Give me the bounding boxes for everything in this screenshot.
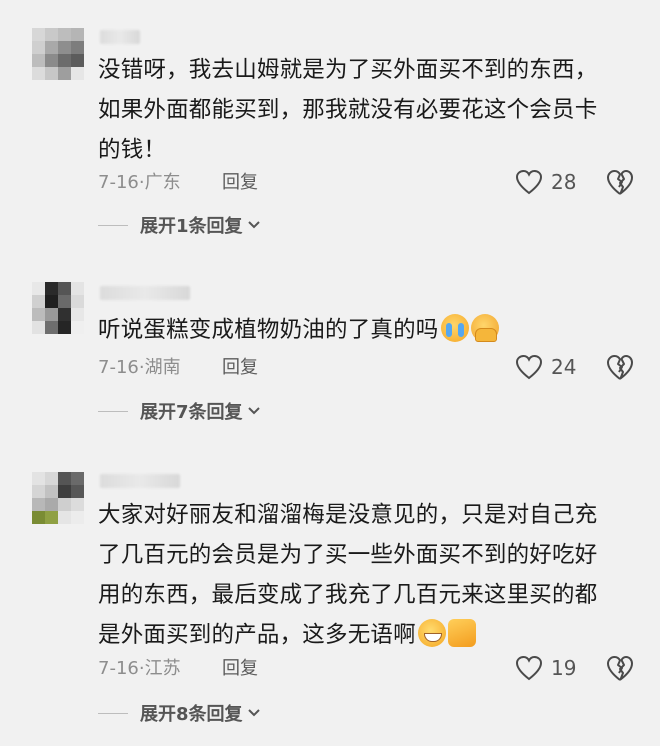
comment-location: 江苏 (144, 658, 181, 679)
thumbs-up-icon (447, 619, 476, 647)
comment-meta: 7-16·江苏 (98, 656, 181, 682)
avatar[interactable] (32, 282, 84, 334)
grinning-sweat-face-icon (417, 619, 446, 647)
heart-icon (515, 354, 543, 380)
dislike-broken-heart-icon[interactable] (605, 654, 635, 682)
comment-meta: 7-16·广东 (98, 170, 181, 196)
expand-label: 展开8条回复 (140, 704, 243, 725)
like-count: 28 (551, 170, 577, 194)
expand-label: 展开7条回复 (140, 402, 243, 423)
chevron-down-icon (247, 221, 260, 229)
reply-button[interactable]: 回复 (222, 656, 258, 682)
reply-button[interactable]: 回复 (222, 170, 258, 196)
comment-date: 7-16 (98, 172, 139, 193)
like-button[interactable]: 28 (515, 168, 576, 196)
expand-replies-button[interactable]: 展开1条回复 (98, 212, 261, 238)
heart-icon (515, 169, 543, 195)
comment-text-line: 听说蛋糕变成植物奶油的了真的吗 (98, 317, 439, 343)
divider-line (98, 410, 128, 412)
like-count: 24 (551, 355, 577, 379)
comment-date: 7-16 (98, 357, 139, 378)
like-count: 19 (551, 656, 577, 680)
expand-replies-button[interactable]: 展开7条回复 (98, 398, 261, 424)
expand-label: 展开1条回复 (140, 216, 243, 237)
heart-icon (515, 655, 543, 681)
username-blurred[interactable] (100, 474, 180, 488)
like-button[interactable]: 19 (515, 654, 576, 682)
comment-meta: 7-16·湖南 (98, 355, 181, 381)
chevron-down-icon (247, 709, 260, 717)
dislike-broken-heart-icon[interactable] (605, 168, 635, 196)
comment-text: 没错呀，我去山姆就是为了买外面买不到的东西， 如果外面都能买到，那我就没有必要花… (98, 57, 598, 163)
username-blurred[interactable] (100, 30, 140, 44)
avatar[interactable] (32, 28, 84, 80)
comment-text: 听说蛋糕变成植物奶油的了真的吗 (98, 310, 638, 350)
divider-line (98, 712, 128, 714)
comment-date: 7-16 (98, 658, 139, 679)
expand-replies-button[interactable]: 展开8条回复 (98, 700, 261, 726)
comment-text: 大家对好丽友和溜溜梅是没意见的，只是对自己充 了几百元的会员是为了买一些外面买不… (98, 502, 598, 648)
username-blurred[interactable] (100, 286, 190, 300)
pleading-face-icon (470, 314, 499, 342)
dislike-broken-heart-icon[interactable] (605, 353, 635, 381)
comment-location: 广东 (144, 172, 181, 193)
like-button[interactable]: 24 (515, 353, 576, 381)
divider-line (98, 224, 128, 226)
chevron-down-icon (247, 407, 260, 415)
reply-button[interactable]: 回复 (222, 355, 258, 381)
comment-text-line: 是外面买到的产品，这多无语啊 (98, 622, 416, 648)
comment-location: 湖南 (144, 357, 181, 378)
loudly-crying-face-icon (440, 314, 469, 342)
avatar[interactable] (32, 472, 84, 524)
